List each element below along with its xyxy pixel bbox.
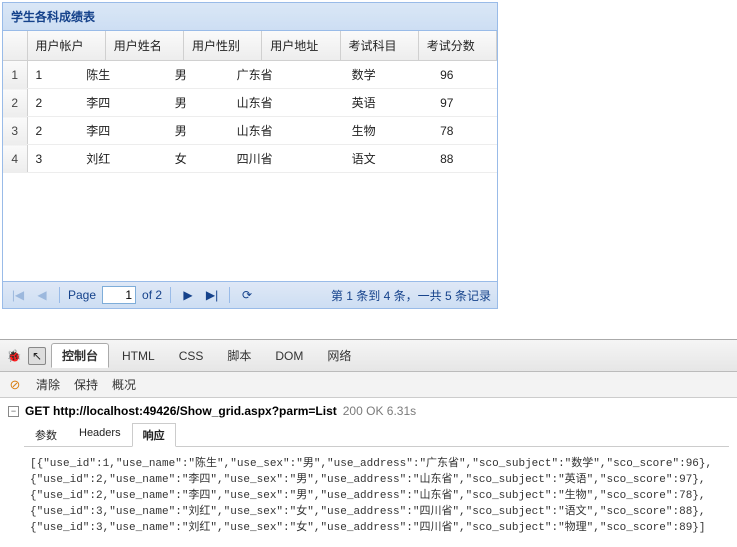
cmd-persist[interactable]: 保持 [74,376,98,393]
cell: 78 [432,117,497,145]
cell: 广东省 [229,61,344,89]
separator [170,287,171,303]
page-input[interactable] [102,286,136,304]
request-status: 200 OK 6.31s [343,404,416,418]
col-sex[interactable]: 用户性别 [184,31,262,61]
col-score[interactable]: 考试分数 [418,31,496,61]
cell: 陈生 [78,61,166,89]
cell: 男 [167,61,229,89]
col-address[interactable]: 用户地址 [262,31,340,61]
table-row[interactable]: 11陈生男广东省数学96 [3,61,497,89]
inspect-icon[interactable]: ↖ [28,347,46,365]
cell: 四川省 [229,145,344,173]
cmd-clear[interactable]: 清除 [36,376,60,393]
cell: 男 [167,117,229,145]
tab-dom[interactable]: DOM [264,345,314,367]
page-of: of 2 [142,288,162,302]
first-page-button[interactable]: |◀ [9,286,27,304]
response-body[interactable]: [{"use_id":1,"use_name":"陈生","use_sex":"… [24,451,729,543]
page-label: Page [68,288,96,302]
prev-page-button[interactable]: ◀ [33,286,51,304]
tab-script[interactable]: 脚本 [216,343,262,368]
paging-toolbar: |◀ ◀ Page of 2 ▶ ▶| ⟳ 第 1 条到 4 条，一共 5 条记… [3,281,497,308]
clear-icon[interactable]: ⊘ [8,377,22,393]
request-area: − GET http://localhost:49426/Show_grid.a… [0,398,737,547]
panel-title: 学生各科成绩表 [3,3,497,31]
grid-panel: 学生各科成绩表 用户帐户 用户姓名 用户性别 用户地址 考试科目 考试分数 11… [2,2,498,309]
tab-console[interactable]: 控制台 [51,343,109,368]
last-page-button[interactable]: ▶| [203,286,221,304]
cell: 88 [432,145,497,173]
cell: 山东省 [229,89,344,117]
separator [229,287,230,303]
devtools-panel: 🐞 ↖ 控制台 HTML CSS 脚本 DOM 网络 ⊘ 清除 保持 概况 − … [0,339,737,547]
request-text: GET http://localhost:49426/Show_grid.asp… [25,404,337,418]
grid: 用户帐户 用户姓名 用户性别 用户地址 考试科目 考试分数 11陈生男广东省数学… [3,31,497,281]
collapse-icon[interactable]: − [8,406,19,417]
cell: 97 [432,89,497,117]
subtab-params[interactable]: 参数 [24,423,68,447]
row-number: 2 [3,89,27,117]
row-number: 1 [3,61,27,89]
cell: 语文 [344,145,432,173]
refresh-button[interactable]: ⟳ [238,286,256,304]
response-subtabs: 参数 Headers 响应 [24,422,729,447]
col-account[interactable]: 用户帐户 [27,31,105,61]
request-row[interactable]: − GET http://localhost:49426/Show_grid.a… [8,404,729,418]
cell: 女 [167,145,229,173]
subtab-response[interactable]: 响应 [132,423,176,447]
request-url: http://localhost:49426/Show_grid.aspx?pa… [53,404,337,418]
bug-icon[interactable]: 🐞 [5,347,23,365]
cell: 李四 [78,89,166,117]
table-row[interactable]: 32李四男山东省生物78 [3,117,497,145]
row-number: 4 [3,145,27,173]
separator [59,287,60,303]
paging-status: 第 1 条到 4 条，一共 5 条记录 [331,287,491,304]
cell: 李四 [78,117,166,145]
table-row[interactable]: 22李四男山东省英语97 [3,89,497,117]
header-row: 用户帐户 用户姓名 用户性别 用户地址 考试科目 考试分数 [3,31,497,61]
cmd-profile[interactable]: 概况 [112,376,136,393]
devtools-main-tabs: 🐞 ↖ 控制台 HTML CSS 脚本 DOM 网络 [0,340,737,372]
cell: 男 [167,89,229,117]
cell: 英语 [344,89,432,117]
header-rownum [3,31,27,61]
devtools-sub-toolbar: ⊘ 清除 保持 概况 [0,372,737,398]
next-page-button[interactable]: ▶ [179,286,197,304]
cell: 生物 [344,117,432,145]
col-subject[interactable]: 考试科目 [340,31,418,61]
cell: 96 [432,61,497,89]
tab-network[interactable]: 网络 [316,343,362,368]
subtab-headers[interactable]: Headers [68,423,132,447]
cell: 1 [27,61,78,89]
cell: 2 [27,89,78,117]
table-row[interactable]: 43刘红女四川省语文88 [3,145,497,173]
cell: 3 [27,145,78,173]
tab-html[interactable]: HTML [111,345,166,367]
cell: 2 [27,117,78,145]
tab-css[interactable]: CSS [168,345,215,367]
row-number: 3 [3,117,27,145]
col-name[interactable]: 用户姓名 [105,31,183,61]
cell: 数学 [344,61,432,89]
request-method: GET [25,404,50,418]
cell: 山东省 [229,117,344,145]
cell: 刘红 [78,145,166,173]
